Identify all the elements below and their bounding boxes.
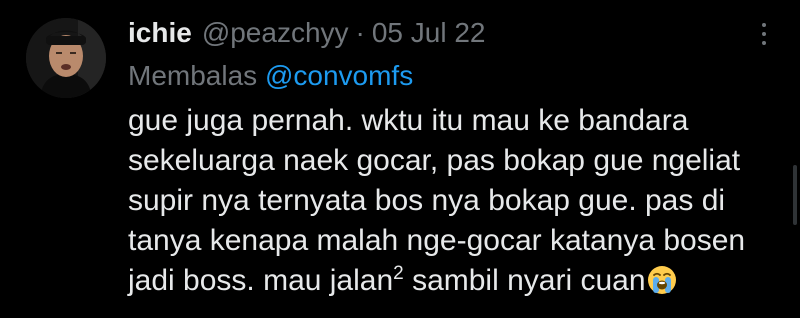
more-dot [762,32,766,36]
tweet-text-line: tanya kenapa malah nge-gocar katanya bos… [128,224,746,257]
scrollbar[interactable] [793,165,797,225]
more-dot [762,41,766,45]
user-handle[interactable]: @peazchyy [202,16,349,50]
avatar-photo [26,18,106,98]
tweet-header: ichie @peazchyy · 05 Jul 22 [128,16,486,50]
reply-context: Membalas @convomfs [128,59,413,93]
tweet-text-line: supir nya ternyata bos nya bokap gue. pa… [128,184,726,217]
display-name[interactable]: ichie [128,16,192,50]
tweet: ichie @peazchyy · 05 Jul 22 Membalas @co… [0,0,800,318]
tweet-text-line: jadi boss. mau jalan2 sambil nyari cuan [128,261,788,301]
avatar[interactable] [26,18,106,98]
tweet-text: gue juga pernah. wktu itu mau ke bandara… [128,101,788,301]
tweet-text-line: gue juga pernah. wktu itu mau ke bandara [128,104,689,137]
more-dot [762,23,766,27]
tweet-text-segment: sambil nyari cuan [403,264,646,297]
tweet-text-line: sekeluarga naek gocar, pas bokap gue nge… [128,144,741,177]
reply-target-link[interactable]: @convomfs [265,60,413,91]
separator-dot: · [355,17,365,48]
superscript-two: 2 [393,263,404,284]
tweet-date[interactable]: 05 Jul 22 [372,16,486,50]
reply-label: Membalas [128,60,258,91]
more-options-icon[interactable] [750,16,778,52]
loudly-crying-face-emoji-icon [647,265,677,295]
tweet-text-segment: jadi boss. mau jalan [128,264,394,297]
